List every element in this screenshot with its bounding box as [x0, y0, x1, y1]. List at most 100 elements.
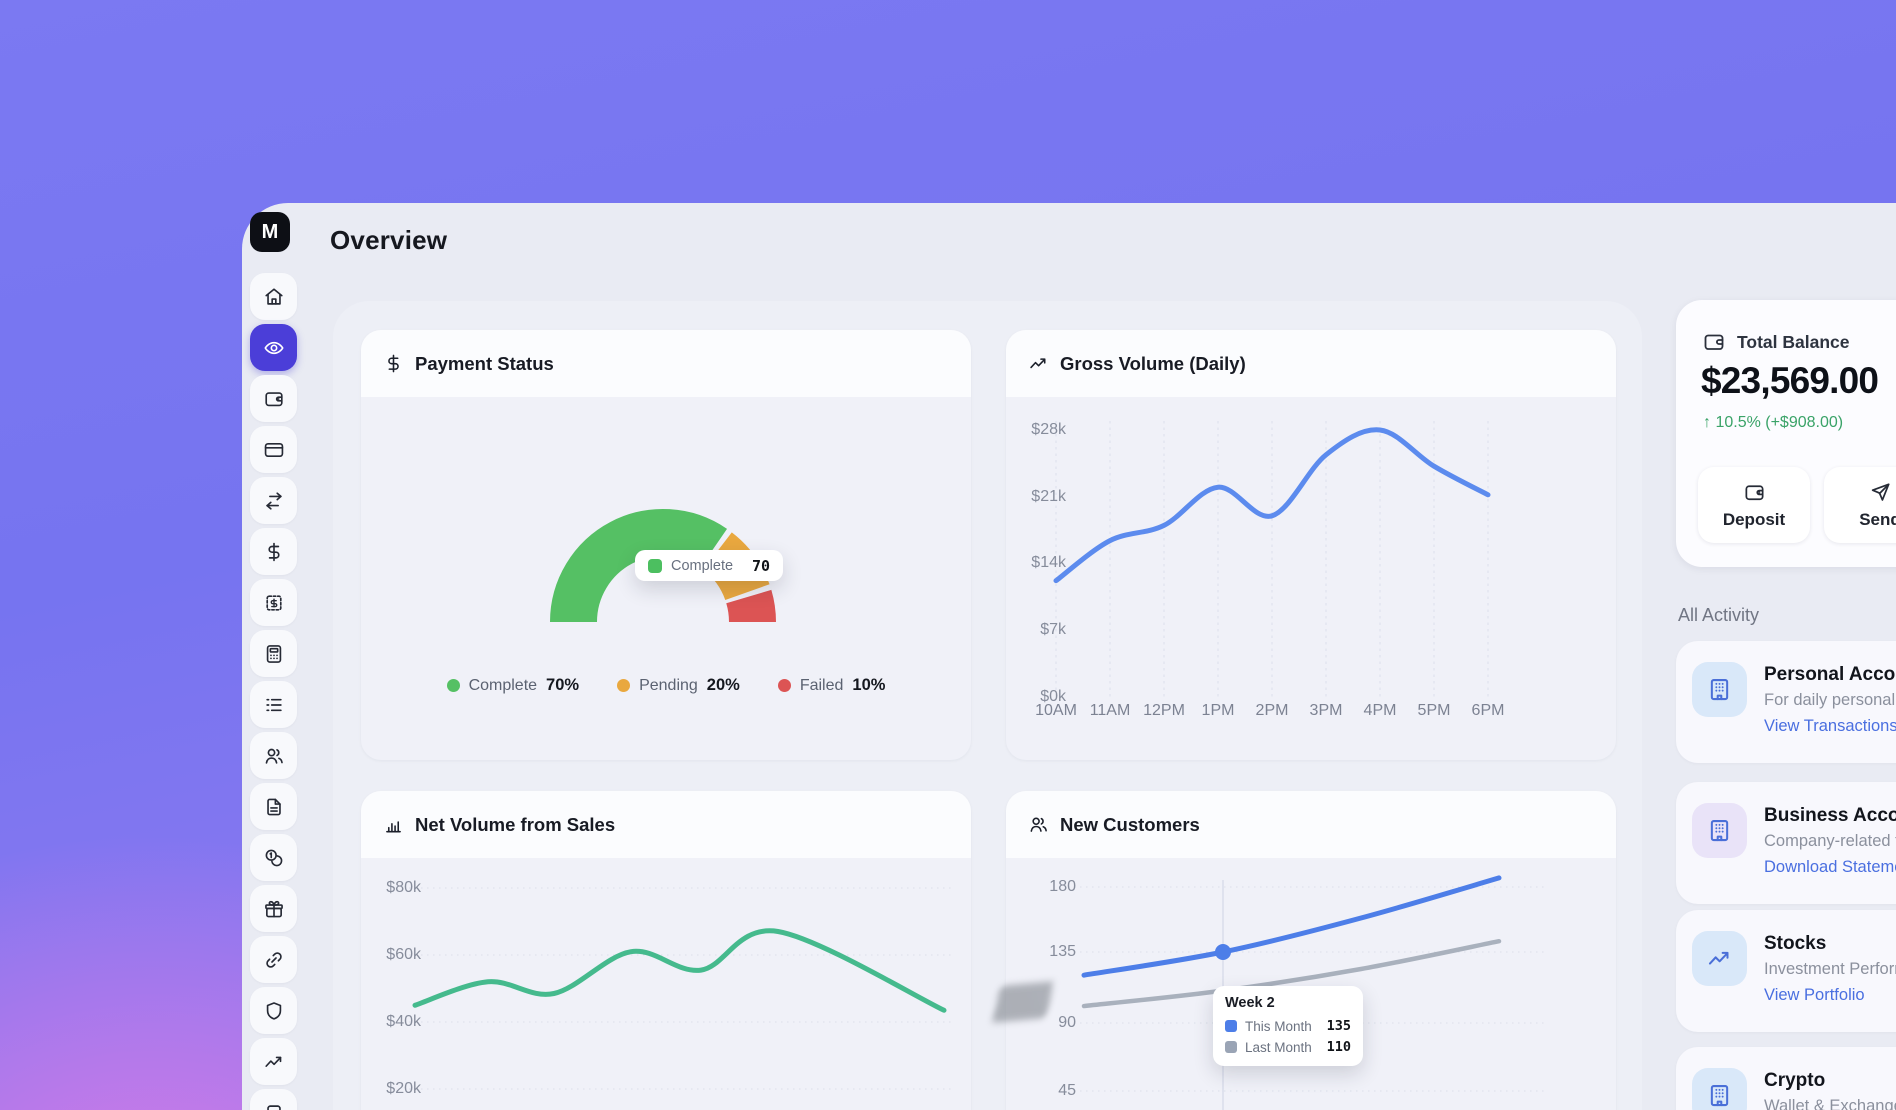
failed-dot-icon — [778, 679, 791, 692]
axis-tick-label: 3PM — [1310, 702, 1343, 720]
gross-volume-card: Gross Volume (Daily) $28k$21k$14k$7k$0k … — [1006, 330, 1616, 760]
sidebar-item-coins[interactable] — [250, 834, 297, 881]
total-balance-amount: $23,569.00 — [1701, 360, 1878, 402]
sidebar-item-wallet[interactable] — [250, 375, 297, 422]
sidebar-item-overview[interactable] — [250, 324, 297, 371]
card-title: New Customers — [1060, 814, 1200, 836]
week-tooltip: Week 2 This Month 135 Last Month 110 — [1213, 986, 1363, 1066]
card-title: Payment Status — [415, 353, 554, 375]
complete-dot-icon — [447, 679, 460, 692]
sidebar-item-cards[interactable] — [250, 426, 297, 473]
building-icon — [1692, 803, 1747, 858]
net-volume-card: Net Volume from Sales $80k$60k$40k$20k — [361, 791, 971, 1110]
wallet-icon — [1702, 330, 1726, 354]
activity-item-business-account[interactable]: Business Account Company-related finance… — [1676, 782, 1896, 904]
card-title: Net Volume from Sales — [415, 814, 615, 836]
shield-icon — [263, 1000, 285, 1022]
bar-chart-icon — [383, 814, 404, 835]
activity-item-stocks[interactable]: Stocks Investment Performance View Portf… — [1676, 910, 1896, 1032]
tooltip-row-last-month: Last Month 110 — [1225, 1039, 1351, 1055]
coins-icon — [263, 847, 285, 869]
tooltip-label: Complete — [671, 558, 733, 574]
this-month-swatch — [1225, 1020, 1237, 1032]
home-icon — [263, 286, 285, 308]
legend-item-pending: Pending 20% — [617, 676, 740, 695]
total-balance-header: Total Balance — [1702, 330, 1850, 354]
activity-item-crypto[interactable]: Crypto Wallet & Exchange — [1676, 1047, 1896, 1110]
deposit-button[interactable]: Deposit — [1698, 467, 1810, 543]
gift-icon — [263, 898, 285, 920]
view-portfolio-link[interactable]: View Portfolio — [1764, 986, 1865, 1005]
net-volume-line-chart[interactable] — [361, 858, 971, 1110]
new-customers-line-chart[interactable] — [1006, 858, 1616, 1110]
axis-tick-label: $21k — [1020, 488, 1066, 506]
axis-tick-label: 11AM — [1090, 702, 1131, 720]
credit-card-icon — [263, 439, 285, 461]
axis-tick-label: 10AM — [1035, 702, 1077, 720]
axis-tick-label: 2PM — [1256, 702, 1289, 720]
document-icon — [263, 796, 285, 818]
axis-tick-label: 4PM — [1364, 702, 1397, 720]
tooltip-value: 70 — [752, 557, 770, 575]
axis-tick-label: 45 — [1030, 1082, 1076, 1100]
sidebar-item-device[interactable] — [250, 1089, 297, 1110]
pending-dot-icon — [617, 679, 630, 692]
sidebar-item-payments[interactable] — [250, 528, 297, 575]
charts-container: Payment Status Complete 70 Complete 70% — [333, 301, 1642, 1110]
sidebar-item-rewards[interactable] — [250, 885, 297, 932]
users-icon — [1028, 814, 1049, 835]
gauge-legend: Complete 70% Pending 20% Failed 10% — [361, 676, 971, 695]
axis-tick-label: $14k — [1020, 554, 1066, 572]
legend-item-failed: Failed 10% — [778, 676, 886, 695]
axis-tick-label: 6PM — [1472, 702, 1505, 720]
axis-tick-label: $40k — [375, 1013, 421, 1031]
device-icon — [263, 1102, 285, 1110]
all-activity-heading: All Activity — [1678, 605, 1759, 626]
building-icon — [1692, 1068, 1747, 1110]
sidebar-item-transfers[interactable] — [250, 477, 297, 524]
sidebar-item-customers[interactable] — [250, 732, 297, 779]
eye-icon — [263, 337, 285, 359]
users-icon — [263, 745, 285, 767]
new-customers-card: New Customers 1801359045 Week 2 This Mon… — [1006, 791, 1616, 1110]
payment-status-header: Payment Status — [361, 330, 971, 397]
calculator-icon — [263, 643, 285, 665]
new-customers-header: New Customers — [1006, 791, 1616, 858]
sidebar-item-list[interactable] — [250, 681, 297, 728]
axis-tick-label: $28k — [1020, 421, 1066, 439]
app-logo[interactable]: M — [250, 212, 290, 252]
axis-tick-label: 135 — [1030, 943, 1076, 961]
total-balance-card: Total Balance $23,569.00 ↑ 10.5% (+$908.… — [1676, 300, 1896, 567]
axis-tick-label: 1PM — [1202, 702, 1235, 720]
axis-tick-label: $7k — [1020, 621, 1066, 639]
sidebar-item-analytics[interactable] — [250, 1038, 297, 1085]
send-icon — [1869, 481, 1892, 504]
axis-tick-label: 180 — [1030, 878, 1076, 896]
list-icon — [263, 694, 285, 716]
download-statements-link[interactable]: Download Statements — [1764, 858, 1896, 877]
sidebar-item-documents[interactable] — [250, 783, 297, 830]
dollar-icon — [383, 353, 404, 374]
trending-up-icon — [263, 1051, 285, 1073]
sidebar-item-invoices[interactable] — [250, 579, 297, 626]
axis-tick-label: 12PM — [1143, 702, 1185, 720]
send-button[interactable]: Send — [1824, 467, 1896, 543]
wallet-icon — [263, 388, 285, 410]
total-balance-change: ↑ 10.5% (+$908.00) — [1703, 414, 1843, 432]
sidebar-item-home[interactable] — [250, 273, 297, 320]
view-transactions-link[interactable]: View Transactions — [1764, 717, 1896, 736]
sidebar-item-calculator[interactable] — [250, 630, 297, 677]
tooltip-title: Week 2 — [1225, 995, 1351, 1011]
dollar-icon — [263, 541, 285, 563]
invoice-icon — [263, 592, 285, 614]
wallet-icon — [1743, 481, 1766, 504]
payment-status-card: Payment Status Complete 70 Complete 70% — [361, 330, 971, 760]
sidebar-item-links[interactable] — [250, 936, 297, 983]
last-month-swatch — [1225, 1041, 1237, 1053]
highlighted-data-point — [1215, 944, 1231, 960]
gauge-tooltip: Complete 70 — [635, 550, 783, 581]
trending-up-icon — [1692, 931, 1747, 986]
sidebar-item-security[interactable] — [250, 987, 297, 1034]
activity-item-personal-account[interactable]: Personal Account For daily personal spen… — [1676, 641, 1896, 763]
card-title: Gross Volume (Daily) — [1060, 353, 1246, 375]
